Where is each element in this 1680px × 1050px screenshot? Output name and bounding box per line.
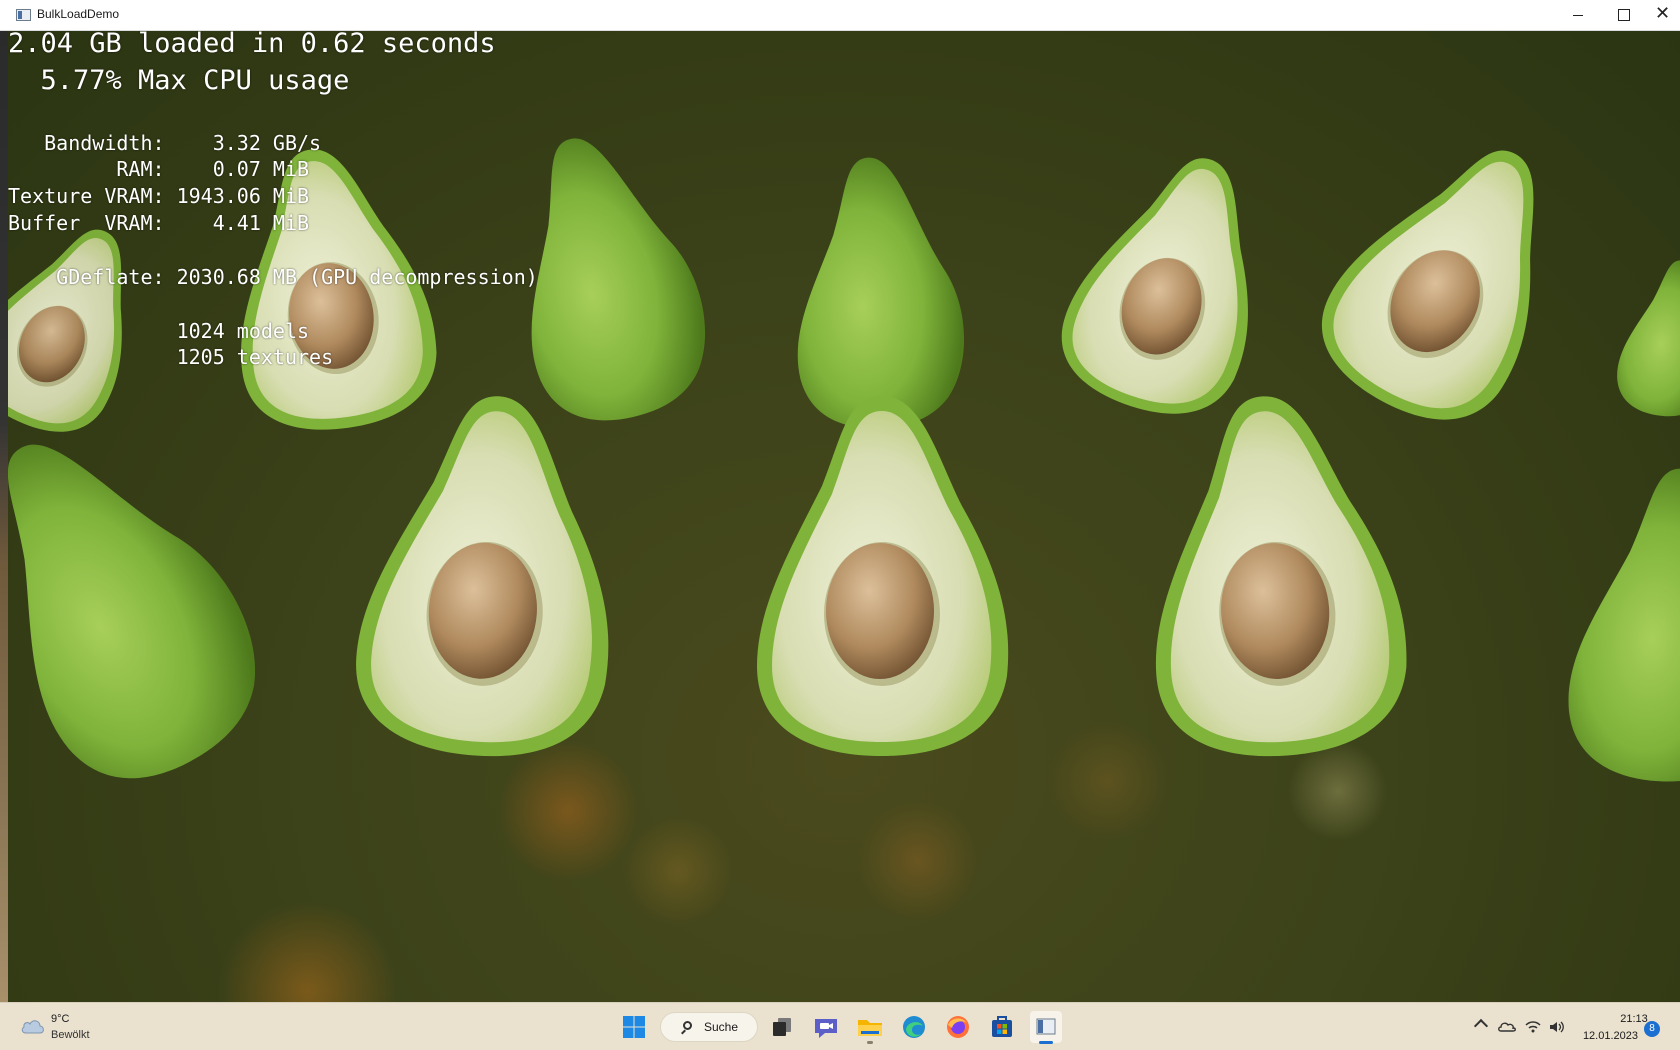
weather-temperature[interactable]: 9°C xyxy=(51,1013,69,1025)
edge-button[interactable] xyxy=(898,1011,930,1043)
close-button[interactable]: ✕ xyxy=(1646,0,1680,30)
maximize-icon xyxy=(1618,9,1630,21)
firefox-icon xyxy=(947,1016,969,1038)
minimize-button[interactable] xyxy=(1554,0,1600,30)
bulkloaddemo-icon xyxy=(1036,1018,1056,1035)
avocado-whole xyxy=(8,392,293,811)
store-icon xyxy=(992,1016,1012,1037)
file-explorer-button[interactable] xyxy=(854,1011,886,1044)
avocado-half xyxy=(1045,131,1298,435)
clock-date[interactable]: 12.01.2023 xyxy=(1578,1030,1638,1042)
avocado-half xyxy=(757,396,1009,756)
cloud-icon[interactable] xyxy=(20,1017,46,1035)
task-view-button[interactable] xyxy=(766,1011,798,1043)
ram-stat: RAM: 0.07 MiB xyxy=(8,157,310,181)
close-icon: ✕ xyxy=(1655,3,1671,24)
bandwidth-stat: Bandwidth: 3.32 GB/s xyxy=(8,131,322,155)
headline-stat: 2.04 GB loaded in 0.62 seconds xyxy=(8,31,496,59)
buffer-vram-stat: Buffer VRAM: 4.41 MiB xyxy=(8,211,310,235)
background-window-edge xyxy=(0,31,8,1002)
search-icon xyxy=(683,1021,692,1030)
task-view-icon xyxy=(773,1018,791,1036)
window-title: BulkLoadDemo xyxy=(37,7,120,21)
edge-icon xyxy=(903,1016,925,1038)
cpu-stat: 5.77% Max CPU usage xyxy=(8,65,350,96)
render-viewport[interactable]: 2.04 GB loaded in 0.62 seconds 5.77% Max… xyxy=(8,31,1680,1002)
window-titlebar[interactable]: BulkLoadDemo ✕ xyxy=(0,0,1680,31)
start-icon xyxy=(623,1016,645,1038)
textures-count: 1205 textures xyxy=(8,345,334,369)
wifi-icon[interactable] xyxy=(1524,1018,1542,1036)
onedrive-icon[interactable] xyxy=(1498,1018,1516,1036)
maximize-button[interactable] xyxy=(1600,0,1646,30)
taskbar: 9°C Bewölkt Suche 21:13 12.01.2023 8 xyxy=(0,1002,1680,1050)
file-explorer-icon xyxy=(858,1020,882,1036)
start-button[interactable] xyxy=(618,1011,650,1043)
avocado-whole xyxy=(790,154,968,431)
weather-description[interactable]: Bewölkt xyxy=(51,1029,90,1041)
volume-icon[interactable] xyxy=(1548,1018,1566,1036)
search-label: Suche xyxy=(704,1020,739,1034)
store-button[interactable] xyxy=(986,1011,1018,1043)
avocado-whole xyxy=(1560,459,1680,792)
avocado-half xyxy=(1297,108,1603,449)
avocado-whole xyxy=(1610,252,1680,424)
teams-chat-icon xyxy=(815,1019,837,1038)
notification-badge[interactable]: 8 xyxy=(1644,1021,1660,1037)
bulkloaddemo-taskbar-button[interactable] xyxy=(1030,1011,1062,1044)
app-icon xyxy=(16,9,31,21)
avocado-half xyxy=(1137,387,1414,765)
clock-time[interactable]: 21:13 xyxy=(1598,1013,1670,1025)
search-box[interactable]: Suche xyxy=(660,1012,758,1042)
avocado-half xyxy=(350,387,626,765)
models-count: 1024 models xyxy=(8,319,310,343)
firefox-button[interactable] xyxy=(942,1011,974,1043)
minimize-icon xyxy=(1573,15,1583,16)
gdeflate-stat: GDeflate: 2030.68 MB (GPU decompression) xyxy=(8,265,538,289)
teams-chat-button[interactable] xyxy=(810,1011,842,1043)
texture-vram-stat: Texture VRAM: 1943.06 MiB xyxy=(8,184,310,208)
chevron-up-icon[interactable] xyxy=(1473,1018,1489,1034)
